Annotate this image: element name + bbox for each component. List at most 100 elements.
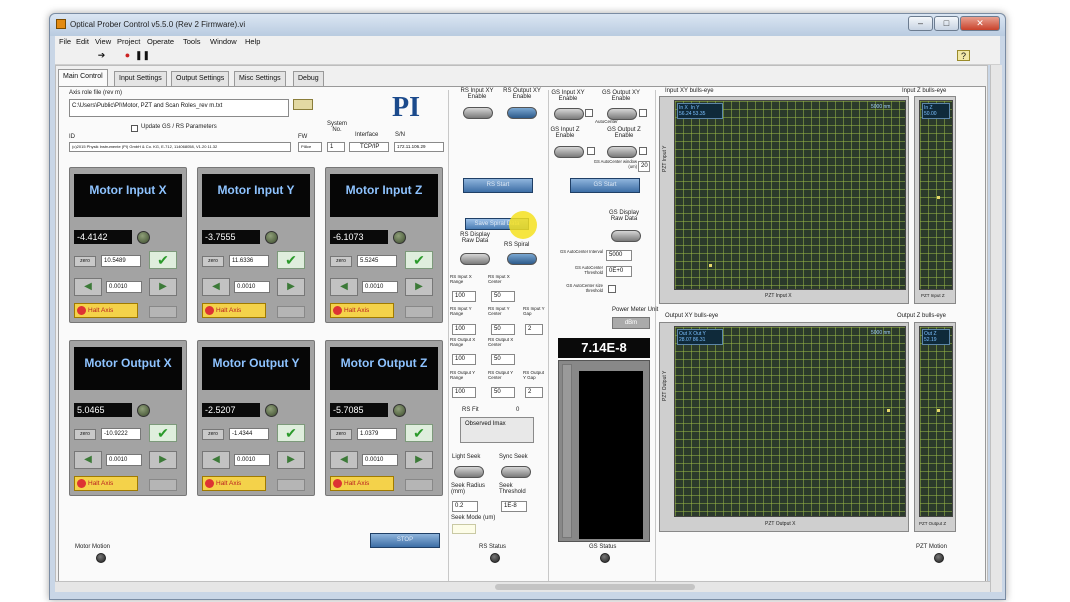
maximize-button[interactable]: □ <box>934 16 959 31</box>
step-size-field[interactable]: 0.0010 <box>362 281 398 293</box>
go-check-icon[interactable]: ✔ <box>405 251 433 269</box>
motor-aux-button[interactable] <box>149 306 177 318</box>
rs-out-y-center-field[interactable]: 50 <box>491 387 515 398</box>
interface-select[interactable]: TCP/IP <box>349 142 389 152</box>
gs-input-autocenter-checkbox[interactable] <box>585 109 593 117</box>
seek-radius-field[interactable]: 0.2 <box>452 501 478 512</box>
menu-edit[interactable]: Edit <box>76 37 89 46</box>
run-arrow-icon[interactable]: ➔ <box>95 50 108 61</box>
zero-button[interactable]: zero <box>74 256 96 267</box>
tab-debug[interactable]: Debug <box>293 71 324 86</box>
axis-file-path[interactable]: C:\Users\Public\PI\Motor, PZT and Scan R… <box>69 99 289 117</box>
go-check-icon[interactable]: ✔ <box>277 424 305 442</box>
rs-in-y-range-field[interactable]: 100 <box>452 324 476 335</box>
gs-output-z-toggle[interactable] <box>607 146 637 158</box>
browse-folder-icon[interactable] <box>293 99 313 110</box>
abort-icon[interactable]: ● <box>121 50 134 61</box>
setpoint-field[interactable]: -1.4344 <box>229 428 269 440</box>
rs-start-button[interactable]: RS Start <box>463 178 533 193</box>
go-check-icon[interactable]: ✔ <box>405 424 433 442</box>
halt-axis-button[interactable]: Halt Axis <box>74 303 138 318</box>
setpoint-field[interactable]: 10.5489 <box>101 255 141 267</box>
sync-seek-toggle[interactable] <box>501 466 531 478</box>
step-size-field[interactable]: 0.0010 <box>234 454 270 466</box>
step-size-field[interactable]: 0.0010 <box>362 454 398 466</box>
step-right-icon[interactable]: ▶ <box>405 278 433 296</box>
minimize-button[interactable]: – <box>908 16 933 31</box>
output-z-plot[interactable]: Out Z 52.19 <box>919 326 953 517</box>
tab-input-settings[interactable]: Input Settings <box>114 71 167 86</box>
halt-axis-button[interactable]: Halt Axis <box>74 476 138 491</box>
step-size-field[interactable]: 0.0010 <box>234 281 270 293</box>
gs-display-raw-toggle[interactable] <box>611 230 641 242</box>
setpoint-field[interactable]: 11.6336 <box>229 255 269 267</box>
light-seek-toggle[interactable] <box>454 466 484 478</box>
rs-in-y-center-field[interactable]: 50 <box>491 324 515 335</box>
gs-ac-size-checkbox[interactable] <box>608 285 616 293</box>
rs-spiral-toggle[interactable] <box>507 253 537 265</box>
gs-output-z-checkbox[interactable] <box>639 147 647 155</box>
menu-file[interactable]: File <box>59 37 71 46</box>
gs-input-z-toggle[interactable] <box>554 146 584 158</box>
rs-in-x-center-field[interactable]: 50 <box>491 291 515 302</box>
gs-ac-threshold-field[interactable]: 0E+0 <box>606 266 632 277</box>
step-right-icon[interactable]: ▶ <box>277 278 305 296</box>
zero-button[interactable]: zero <box>202 429 224 440</box>
tab-misc-settings[interactable]: Misc Settings <box>234 71 286 86</box>
step-left-icon[interactable]: ◀ <box>202 451 230 469</box>
motor-aux-button[interactable] <box>277 479 305 491</box>
gs-output-autocenter-checkbox[interactable] <box>639 109 647 117</box>
setpoint-field[interactable]: 1.0379 <box>357 428 397 440</box>
motor-aux-button[interactable] <box>277 306 305 318</box>
menu-operate[interactable]: Operate <box>147 37 174 46</box>
stop-button[interactable]: STOP <box>370 533 440 548</box>
step-left-icon[interactable]: ◀ <box>330 451 358 469</box>
rs-out-y-range-field[interactable]: 100 <box>452 387 476 398</box>
menu-view[interactable]: View <box>95 37 111 46</box>
gs-input-xy-toggle[interactable] <box>554 108 584 120</box>
step-size-field[interactable]: 0.0010 <box>106 281 142 293</box>
rs-display-raw-toggle[interactable] <box>460 253 490 265</box>
step-left-icon[interactable]: ◀ <box>74 278 102 296</box>
menu-help[interactable]: Help <box>245 37 260 46</box>
zero-button[interactable]: zero <box>330 256 352 267</box>
halt-axis-button[interactable]: Halt Axis <box>330 303 394 318</box>
step-right-icon[interactable]: ▶ <box>405 451 433 469</box>
motor-aux-button[interactable] <box>405 479 433 491</box>
step-size-field[interactable]: 0.0010 <box>106 454 142 466</box>
tab-output-settings[interactable]: Output Settings <box>171 71 230 86</box>
horizontal-scrollbar[interactable] <box>55 581 990 592</box>
power-unit-select[interactable]: dBm <box>612 317 650 329</box>
setpoint-field[interactable]: 5.5245 <box>357 255 397 267</box>
gs-start-button[interactable]: GS Start <box>570 178 640 193</box>
rs-output-xy-toggle[interactable] <box>507 107 537 119</box>
halt-axis-button[interactable]: Halt Axis <box>202 303 266 318</box>
output-xy-plot[interactable]: Out X Out Y 28.07 86.31 5000 nm <box>674 326 906 517</box>
zero-button[interactable]: zero <box>330 429 352 440</box>
gs-input-z-checkbox[interactable] <box>587 147 595 155</box>
seek-mode-field[interactable] <box>452 524 476 534</box>
input-xy-plot[interactable]: In X In Y 56.24 53.35 5000 nm <box>674 100 906 290</box>
halt-axis-button[interactable]: Halt Axis <box>202 476 266 491</box>
menu-window[interactable]: Window <box>210 37 237 46</box>
rs-out-y-gap-field[interactable]: 2 <box>525 387 543 398</box>
update-gs-rs-checkbox[interactable] <box>131 125 138 132</box>
go-check-icon[interactable]: ✔ <box>149 424 177 442</box>
step-right-icon[interactable]: ▶ <box>149 451 177 469</box>
help-icon[interactable]: ? <box>957 50 970 61</box>
rs-in-x-range-field[interactable]: 100 <box>452 291 476 302</box>
rs-out-x-range-field[interactable]: 100 <box>452 354 476 365</box>
step-left-icon[interactable]: ◀ <box>202 278 230 296</box>
zero-button[interactable]: zero <box>202 256 224 267</box>
zero-button[interactable]: zero <box>74 429 96 440</box>
rs-in-y-gap-field[interactable]: 2 <box>525 324 543 335</box>
menu-project[interactable]: Project <box>117 37 140 46</box>
vertical-scrollbar[interactable] <box>990 65 1002 592</box>
rs-out-x-center-field[interactable]: 50 <box>491 354 515 365</box>
motor-aux-button[interactable] <box>149 479 177 491</box>
seek-threshold-field[interactable]: 1E-8 <box>501 501 527 512</box>
step-left-icon[interactable]: ◀ <box>74 451 102 469</box>
tab-main-control[interactable]: Main Control <box>58 69 108 87</box>
halt-axis-button[interactable]: Halt Axis <box>330 476 394 491</box>
go-check-icon[interactable]: ✔ <box>149 251 177 269</box>
